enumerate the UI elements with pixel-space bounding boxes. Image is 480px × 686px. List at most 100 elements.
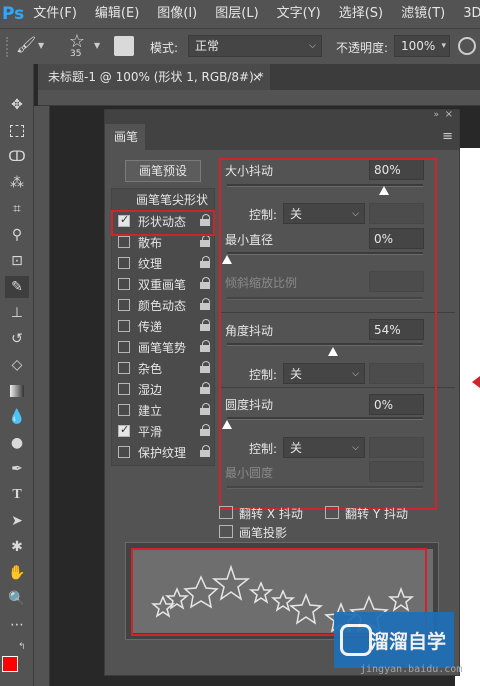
gradient-tool-icon[interactable] <box>5 380 29 402</box>
flip-y-checkbox[interactable] <box>325 506 339 519</box>
brush-option-item[interactable]: 传递 <box>112 316 216 337</box>
option-label: 双重画笔 <box>138 278 187 292</box>
document-tab[interactable]: 未标题-1 @ 100% (形状 1, RGB/8#) * × <box>38 64 270 90</box>
option-label: 颜色动态 <box>138 299 187 313</box>
menu-image[interactable]: 图像(I) <box>148 0 206 28</box>
healing-brush-tool-icon[interactable]: ⊡ <box>5 250 29 272</box>
dodge-tool-icon[interactable]: ● <box>5 432 29 454</box>
chevron-down-icon[interactable]: ▼ <box>94 41 100 50</box>
option-label: 画笔笔势 <box>138 341 187 355</box>
lock-icon[interactable] <box>200 445 210 457</box>
menu-bar: Ps 文件(F) 编辑(E) 图像(I) 图层(L) 文字(Y) 选择(S) 滤… <box>0 0 480 28</box>
highlight-settings <box>219 158 437 510</box>
brush-option-item[interactable]: 湿边 <box>112 379 216 400</box>
path-selection-tool-icon[interactable]: ➤ <box>5 510 29 532</box>
zoom-tool-icon[interactable]: 🔍 <box>5 588 29 610</box>
stamp-tool-icon[interactable]: ⊥ <box>5 302 29 324</box>
lock-icon[interactable] <box>200 424 210 436</box>
menu-file[interactable]: 文件(F) <box>24 0 86 28</box>
close-icon[interactable]: × <box>445 109 453 120</box>
foreground-color-swatch[interactable] <box>2 656 18 672</box>
highlight-shape-dynamics <box>111 210 215 236</box>
brush-projection-label: 画笔投影 <box>239 526 288 540</box>
lock-icon[interactable] <box>200 403 210 415</box>
option-checkbox[interactable] <box>118 278 130 290</box>
blur-tool-icon[interactable]: 💧 <box>5 406 29 428</box>
panel-tab-row: 画笔 ≡ <box>105 124 459 150</box>
brush-option-item[interactable]: 纹理 <box>112 253 216 274</box>
brush-option-item[interactable]: 保护纹理 <box>112 442 216 463</box>
lock-icon[interactable] <box>200 382 210 394</box>
option-checkbox[interactable] <box>118 236 130 248</box>
tab-brush[interactable]: 画笔 <box>105 124 145 150</box>
menu-select[interactable]: 选择(S) <box>330 0 392 28</box>
menu-edit[interactable]: 编辑(E) <box>86 0 148 28</box>
watermark-brand: 溜溜自学 <box>369 630 446 653</box>
brush-tool-icon[interactable]: ✎ <box>5 276 29 298</box>
eyedropper-tool-icon[interactable]: ⚲ <box>5 224 29 246</box>
brush-option-item[interactable]: 双重画笔 <box>112 274 216 295</box>
brush-option-item[interactable]: 杂色 <box>112 358 216 379</box>
menu-3d[interactable]: 3D(D) <box>454 0 480 28</box>
eraser-tool-icon[interactable]: ◇ <box>5 354 29 376</box>
flip-x-checkbox[interactable] <box>219 506 233 519</box>
option-checkbox[interactable] <box>118 362 130 374</box>
opacity-input[interactable]: 100% ▾ <box>394 35 450 57</box>
pressure-opacity-icon[interactable] <box>458 37 476 55</box>
close-icon[interactable]: × <box>252 64 262 90</box>
brush-tip-shape-item[interactable]: 画笔笔尖形状 <box>112 189 214 211</box>
custom-shape-tool-icon[interactable]: ✱ <box>5 536 29 558</box>
option-checkbox[interactable] <box>118 404 130 416</box>
option-label: 平滑 <box>138 425 163 439</box>
mode-dropdown[interactable]: 正常 ⌵ <box>188 35 322 57</box>
document-tab-title: 未标题-1 @ 100% (形状 1, RGB/8#) * <box>48 70 264 84</box>
menu-type[interactable]: 文字(Y) <box>268 0 330 28</box>
brush-tool-icon[interactable]: 🖌 <box>16 35 36 57</box>
move-tool-icon[interactable]: ✥ <box>5 94 29 116</box>
hand-tool-icon[interactable]: ✋ <box>5 562 29 584</box>
option-checkbox[interactable] <box>118 320 130 332</box>
tools-panel: ✥ ↀ ⁂ ⌗ ⚲ ⊡ ✎ ⊥ ↺ ◇ 💧 ● ✒ T ➤ ✱ ✋ 🔍 ⋯ ↰ <box>0 64 34 686</box>
lasso-tool-icon[interactable]: ↀ <box>5 146 29 168</box>
brush-projection-checkbox[interactable] <box>219 525 233 538</box>
lock-icon[interactable] <box>200 361 210 373</box>
option-checkbox[interactable] <box>118 257 130 269</box>
flip-x-label: 翻转 X 抖动 <box>239 507 303 521</box>
type-tool-icon[interactable]: T <box>5 484 29 506</box>
star-brush-icon[interactable]: ☆ <box>66 31 88 52</box>
marquee-tool-icon[interactable] <box>5 120 29 142</box>
brush-option-item[interactable]: 画笔笔势 <box>112 337 216 358</box>
panel-menu-icon[interactable]: ≡ <box>442 129 453 144</box>
brush-option-item[interactable]: 平滑 <box>112 421 216 442</box>
opacity-value: 100% <box>401 39 436 53</box>
crop-tool-icon[interactable]: ⌗ <box>5 198 29 220</box>
magic-wand-tool-icon[interactable]: ⁂ <box>5 172 29 194</box>
lock-icon[interactable] <box>200 319 210 331</box>
opacity-label: 不透明度: <box>336 41 389 55</box>
option-checkbox[interactable] <box>118 446 130 458</box>
lock-icon[interactable] <box>200 298 210 310</box>
brush-presets-button[interactable]: 画笔预设 <box>125 160 201 182</box>
brush-panel-toggle-icon[interactable] <box>114 36 134 56</box>
more-tools-icon[interactable]: ⋯ <box>5 614 29 636</box>
lock-icon[interactable] <box>200 340 210 352</box>
lock-icon[interactable] <box>200 256 210 268</box>
pen-tool-icon[interactable]: ✒ <box>5 458 29 480</box>
lock-icon[interactable] <box>200 277 210 289</box>
mode-value: 正常 <box>195 39 220 53</box>
lock-icon[interactable] <box>200 235 210 247</box>
chevron-down-icon[interactable]: ▼ <box>38 41 44 50</box>
collapse-icon[interactable]: » <box>433 110 439 120</box>
brush-panel: » × 画笔 ≡ 画笔预设 画笔笔尖形状 形状动态散布纹理双重画笔颜色动态传递画… <box>104 109 460 676</box>
swap-colors-icon[interactable]: ↰ <box>18 642 26 652</box>
option-checkbox[interactable] <box>118 341 130 353</box>
menu-filter[interactable]: 滤镜(T) <box>392 0 454 28</box>
brush-option-item[interactable]: 建立 <box>112 400 216 421</box>
option-checkbox[interactable] <box>118 299 130 311</box>
option-checkbox[interactable] <box>118 383 130 395</box>
option-checkbox[interactable] <box>118 423 130 437</box>
flip-y-label: 翻转 Y 抖动 <box>345 507 408 521</box>
history-brush-tool-icon[interactable]: ↺ <box>5 328 29 350</box>
menu-layer[interactable]: 图层(L) <box>206 0 267 28</box>
brush-option-item[interactable]: 颜色动态 <box>112 295 216 316</box>
